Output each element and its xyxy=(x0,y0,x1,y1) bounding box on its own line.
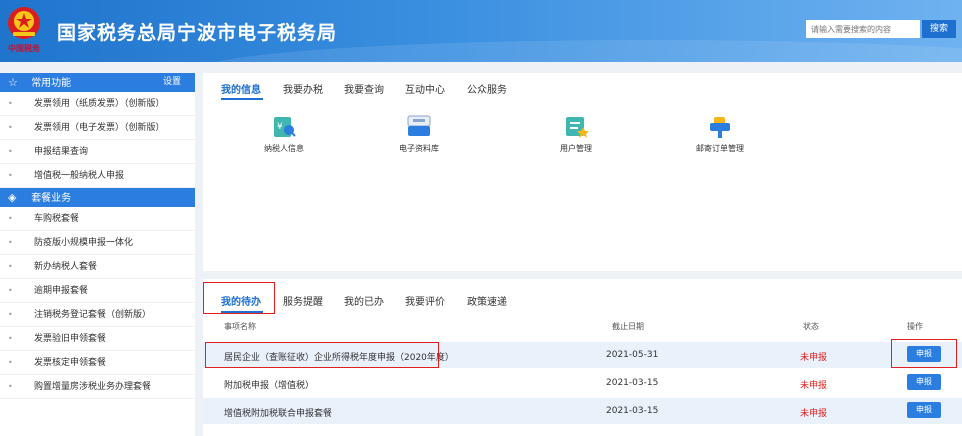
todo-item-deadline: 2021-03-15 xyxy=(606,406,659,416)
emblem-caption: 中国税务 xyxy=(8,44,40,53)
e-library-tile[interactable]: 电子资料库 xyxy=(369,113,469,154)
todo-item-deadline: 2021-03-15 xyxy=(606,378,659,388)
search-button[interactable]: 搜索 xyxy=(922,20,956,38)
sidebar-item-label: 增值税一般纳税人申报 xyxy=(34,171,125,181)
sidebar-item-label: 车购税套餐 xyxy=(34,214,80,224)
todo-item-status: 未申报 xyxy=(800,409,828,419)
sidebar-item-label: 发票领用（纸质发票）（创新版） xyxy=(34,99,165,109)
highlight-box xyxy=(205,342,439,368)
sidebar-item[interactable]: • 新办纳税人套餐 xyxy=(0,255,195,279)
tab-service-reminder[interactable]: 服务提醒 xyxy=(283,293,323,308)
todo-panel: 我的待办 服务提醒 我的已办 我要评价 政策速递 事项名称 截止日期 状态 操作… xyxy=(203,279,962,436)
sidebar-item-label: 新办纳税人套餐 xyxy=(34,262,98,272)
tab-completed[interactable]: 我的已办 xyxy=(344,293,384,308)
highlight-box xyxy=(891,339,957,368)
sidebar-item-label: 逾期申报套餐 xyxy=(34,286,89,296)
tile-label: 用户管理 xyxy=(560,144,592,153)
tab-tax-handling[interactable]: 我要办税 xyxy=(283,81,323,96)
bullet-icon: • xyxy=(8,286,13,295)
table-row: 附加税申报（增值税） 2021-03-15 未申报 申报 xyxy=(203,370,962,396)
table-row: 增值税附加税联合申报套餐 2021-03-15 未申报 申报 xyxy=(203,398,962,424)
sidebar-item-label: 防疫版小规模申报一体化 xyxy=(34,238,134,248)
column-header-deadline: 截止日期 xyxy=(612,322,644,331)
user-management-tile[interactable]: 用户管理 xyxy=(526,113,626,154)
todo-item-status: 未申报 xyxy=(800,381,828,391)
sidebar-item[interactable]: • 注销税务登记套餐（创新版） xyxy=(0,303,195,327)
sidebar: ☆ 常用功能 设置 • 发票领用（纸质发票）（创新版） • 发票领用（电子发票）（创… xyxy=(0,73,195,436)
sidebar-item-label: 注销税务登记套餐（创新版） xyxy=(34,310,152,320)
sidebar-item[interactable]: • 发票验旧申领套餐 xyxy=(0,327,195,351)
tab-policy-news[interactable]: 政策速递 xyxy=(467,293,507,308)
svg-text:¥: ¥ xyxy=(277,122,283,132)
todo-item-name[interactable]: 增值税附加税联合申报套餐 xyxy=(224,406,332,419)
bullet-icon: • xyxy=(8,123,13,132)
tile-label: 邮寄订单管理 xyxy=(696,144,744,153)
todo-item-deadline: 2021-05-31 xyxy=(606,350,659,360)
tab-interaction[interactable]: 互动中心 xyxy=(405,81,445,96)
tab-my-info[interactable]: 我的信息 xyxy=(221,81,261,96)
taxpayer-info-tile[interactable]: ¥ 纳税人信息 xyxy=(234,113,334,154)
bullet-icon: • xyxy=(8,358,13,367)
tab-active-underline xyxy=(221,98,263,100)
e-library-icon xyxy=(407,115,431,136)
national-emblem-icon xyxy=(8,7,40,39)
apply-button[interactable]: 申报 xyxy=(907,402,941,418)
sidebar-item-label: 发票验旧申领套餐 xyxy=(34,334,107,344)
bullet-icon: • xyxy=(8,334,13,343)
info-panel: 我的信息 我要办税 我要查询 互动中心 公众服务 ¥ 纳税人信息 电子资料库 用… xyxy=(203,73,962,271)
column-header-status: 状态 xyxy=(803,322,819,331)
bullet-icon: • xyxy=(8,171,13,180)
tab-evaluate[interactable]: 我要评价 xyxy=(405,293,445,308)
sidebar-item[interactable]: • 防疫版小规模申报一体化 xyxy=(0,231,195,255)
column-header-name: 事项名称 xyxy=(224,322,256,331)
info-tabs: 我的信息 我要办税 我要查询 互动中心 公众服务 xyxy=(203,73,962,100)
mail-order-tile[interactable]: 邮寄订单管理 xyxy=(670,113,770,154)
site-title: 国家税务总局宁波市电子税务局 xyxy=(57,22,338,44)
sidebar-item-label: 申报结果查询 xyxy=(34,147,89,157)
bullet-icon: • xyxy=(8,382,13,391)
sidebar-package-header[interactable]: ◈ 套餐业务 xyxy=(0,188,195,207)
sidebar-package-title: 套餐业务 xyxy=(31,193,72,204)
highlight-box xyxy=(203,282,275,314)
tile-label: 电子资料库 xyxy=(399,144,439,153)
tile-label: 纳税人信息 xyxy=(264,144,304,153)
sidebar-item[interactable]: • 发票领用（纸质发票）（创新版） xyxy=(0,92,195,116)
tab-public-service[interactable]: 公众服务 xyxy=(467,81,507,96)
bullet-icon: • xyxy=(8,238,13,247)
user-management-icon xyxy=(566,117,589,138)
sidebar-item[interactable]: • 增值税一般纳税人申报 xyxy=(0,164,195,188)
taxpayer-info-icon: ¥ xyxy=(274,117,296,137)
sidebar-item[interactable]: • 发票领用（电子发票）（创新版） xyxy=(0,116,195,140)
bullet-icon: • xyxy=(8,262,13,271)
todo-item-name[interactable]: 附加税申报（增值税） xyxy=(224,378,314,391)
sidebar-item[interactable]: • 发票核定申领套餐 xyxy=(0,351,195,375)
layers-icon: ◈ xyxy=(8,191,17,204)
bullet-icon: • xyxy=(8,99,13,108)
mail-order-icon xyxy=(710,117,730,138)
bullet-icon: • xyxy=(8,310,13,319)
star-icon: ☆ xyxy=(8,76,18,89)
sidebar-item-label: 发票核定申领套餐 xyxy=(34,358,107,368)
sidebar-item[interactable]: • 车购税套餐 xyxy=(0,207,195,231)
sidebar-item-label: 发票领用（电子发票）（创新版） xyxy=(34,123,165,133)
apply-button[interactable]: 申报 xyxy=(907,374,941,390)
bullet-icon: • xyxy=(8,214,13,223)
tab-query[interactable]: 我要查询 xyxy=(344,81,384,96)
sidebar-common-title: 常用功能 xyxy=(31,78,72,89)
sidebar-item-label: 购置增量房涉税业务办理套餐 xyxy=(34,382,152,392)
todo-item-status: 未申报 xyxy=(800,353,828,363)
sidebar-settings-link[interactable]: 设置 xyxy=(163,73,181,92)
column-header-action: 操作 xyxy=(907,322,923,331)
sidebar-common-header[interactable]: ☆ 常用功能 设置 xyxy=(0,73,195,92)
search-input[interactable] xyxy=(806,20,920,38)
sidebar-item[interactable]: • 购置增量房涉税业务办理套餐 xyxy=(0,375,195,399)
site-header: 中国税务 国家税务总局宁波市电子税务局 搜索 xyxy=(0,0,962,62)
bullet-icon: • xyxy=(8,147,13,156)
sidebar-item[interactable]: • 逾期申报套餐 xyxy=(0,279,195,303)
sidebar-item[interactable]: • 申报结果查询 xyxy=(0,140,195,164)
